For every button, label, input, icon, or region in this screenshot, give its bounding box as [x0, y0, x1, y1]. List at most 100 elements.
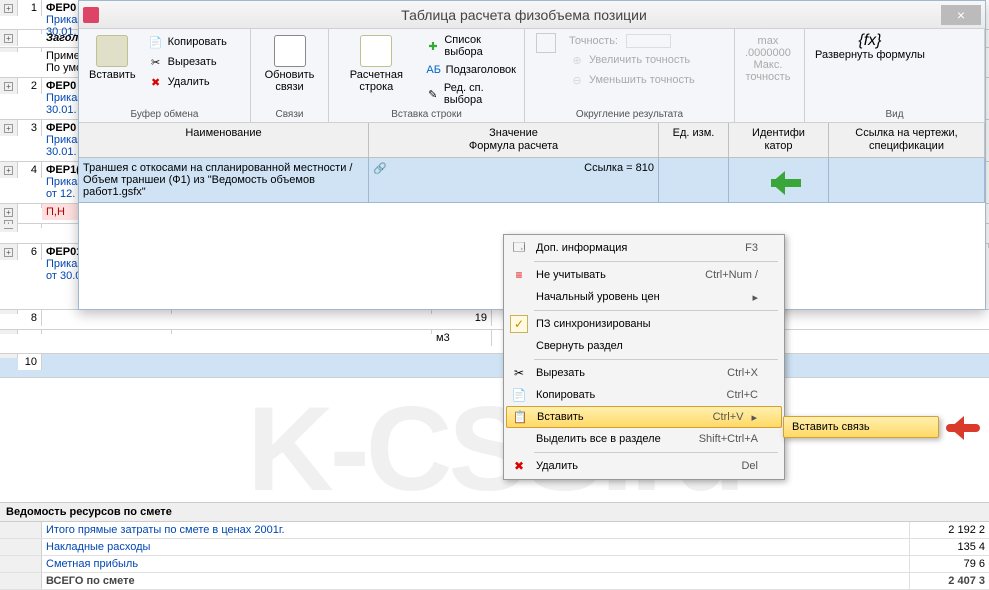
menu-collapse[interactable]: Свернуть раздел: [506, 335, 782, 357]
expand-icon[interactable]: +: [4, 124, 13, 133]
menu-selectall[interactable]: Выделить все в разделеShift+Ctrl+A: [506, 428, 782, 450]
copy-icon: 📄: [148, 34, 164, 50]
cell-name[interactable]: Траншея с откосами на спланированной мес…: [79, 158, 369, 202]
value: 19: [432, 310, 492, 326]
col-id[interactable]: Идентифи катор: [729, 123, 829, 157]
summary-item[interactable]: Сметная прибыль: [42, 556, 909, 572]
code: ФЕР0: [46, 2, 76, 14]
summary-value: 2 407 3: [909, 573, 989, 589]
window-title: Таблица расчета физобъема позиции: [107, 7, 941, 23]
strike-icon: ≡: [510, 266, 528, 284]
copy-icon: 📄: [510, 386, 528, 404]
group-label: Буфер обмена: [85, 107, 244, 120]
group-label: Вставка строки: [335, 107, 518, 120]
menu-info[interactable]: 🗔Доп. информацияF3: [506, 237, 782, 259]
choice-list-button[interactable]: ✚Список выбора: [424, 33, 518, 59]
max-precision-button: max.0000000Макс.точность: [741, 33, 795, 107]
ribbon: Вставить 📄Копировать ✂Вырезать ✖Удалить …: [79, 29, 985, 123]
link[interactable]: 30.01.: [46, 104, 77, 116]
summary-item[interactable]: Накладные расходы: [42, 539, 909, 555]
paste-icon: [96, 35, 128, 67]
decrease-icon: ⊖: [569, 72, 585, 88]
row-num: 8: [18, 310, 42, 326]
edit-list-button[interactable]: ✎Ред. сп. выбора: [424, 81, 518, 107]
row-num: 10: [18, 354, 42, 370]
link[interactable]: Приказ: [46, 134, 82, 146]
code: ФЕР1(: [46, 164, 80, 176]
copy-button[interactable]: 📄Копировать: [146, 33, 229, 51]
expand-icon[interactable]: +: [4, 208, 13, 217]
context-menu: 🗔Доп. информацияF3 ≡Не учитыватьCtrl+Num…: [503, 234, 785, 480]
text: По умо: [46, 62, 82, 74]
group-label: Вид: [811, 107, 978, 120]
delete-icon: ✖: [510, 457, 528, 475]
cut-icon: ✂: [148, 54, 164, 70]
chevron-right-icon: ▸: [752, 291, 758, 304]
cell-value[interactable]: 🔗Ссылка = 810: [369, 158, 659, 202]
summary-value: 79 6: [909, 556, 989, 572]
menu-baselevel[interactable]: Начальный уровень цен▸: [506, 286, 782, 308]
app-icon: [83, 7, 99, 23]
expand-icon[interactable]: +: [4, 166, 13, 175]
row-num: 1: [18, 0, 42, 16]
summary-value: 135 4: [909, 539, 989, 555]
menu-copy[interactable]: 📄КопироватьCtrl+C: [506, 384, 782, 406]
link[interactable]: Приказ: [46, 176, 82, 188]
expand-formulas-button[interactable]: {fx}Развернуть формулы: [811, 33, 929, 107]
row-num: 6: [18, 244, 42, 260]
delete-button[interactable]: ✖Удалить: [146, 73, 229, 91]
summary-value: 2 192 2: [909, 522, 989, 538]
submenu-paste-link[interactable]: Вставить связь: [783, 416, 939, 438]
green-arrow-annotation: [759, 171, 809, 195]
col-unit[interactable]: Ед. изм.: [659, 123, 729, 157]
summary-total: ВСЕГО по смете: [42, 573, 909, 589]
col-value[interactable]: Значение Формула расчета: [369, 123, 659, 157]
close-button[interactable]: ×: [941, 5, 981, 25]
header-icon: AБ: [426, 62, 442, 78]
decimal-icon: [536, 33, 556, 53]
precision-label: Точность:: [567, 33, 697, 49]
col-ref[interactable]: Ссылка на чертежи, спецификации: [829, 123, 985, 157]
row-num: 2: [18, 78, 42, 94]
refresh-links-button[interactable]: Обновить связи: [257, 33, 322, 107]
col-name[interactable]: Наименование: [79, 123, 369, 157]
chevron-right-icon: ▸: [751, 411, 757, 424]
link[interactable]: от 12.: [46, 188, 75, 200]
menu-paste[interactable]: 📋ВставитьCtrl+V▸: [506, 406, 782, 428]
expand-icon[interactable]: +: [4, 4, 13, 13]
decrease-precision-button: ⊖Уменьшить точность: [567, 71, 697, 89]
titlebar[interactable]: Таблица расчета физобъема позиции ×: [79, 1, 985, 29]
link[interactable]: 30.01.: [46, 146, 77, 158]
red-arrow-annotation: [938, 416, 986, 440]
edit-icon: ✎: [426, 86, 440, 102]
grid-header: Наименование Значение Формула расчета Ед…: [79, 123, 985, 158]
cut-button[interactable]: ✂Вырезать: [146, 53, 229, 71]
menu-ignore[interactable]: ≡Не учитыватьCtrl+Num /: [506, 264, 782, 286]
grid-row-selected[interactable]: Траншея с откосами на спланированной мес…: [79, 158, 985, 203]
expand-icon[interactable]: +: [4, 82, 13, 91]
paste-button[interactable]: Вставить: [85, 33, 140, 107]
summary-item[interactable]: Итого прямые затраты по смете в ценах 20…: [42, 522, 909, 538]
calc-row-button[interactable]: Расчетная строка: [335, 33, 418, 107]
cut-icon: ✂: [510, 364, 528, 382]
group-label: Связи: [257, 107, 322, 120]
link[interactable]: Приказ: [46, 14, 82, 26]
fx-icon: {fx}: [858, 35, 881, 47]
subheader-button[interactable]: AБПодзаголовок: [424, 61, 518, 79]
check-icon: ✓: [510, 315, 528, 333]
refresh-icon: [274, 35, 306, 67]
list-icon: ✚: [426, 38, 441, 54]
text: Приме: [46, 50, 80, 62]
expand-icon[interactable]: +: [4, 248, 13, 257]
menu-delete[interactable]: ✖УдалитьDel: [506, 455, 782, 477]
menu-sync[interactable]: ✓ПЗ синхронизированы: [506, 313, 782, 335]
row-num: 3: [18, 120, 42, 136]
menu-cut[interactable]: ✂ВырезатьCtrl+X: [506, 362, 782, 384]
expand-icon[interactable]: +: [4, 34, 13, 43]
group-label: Округление результата: [531, 107, 728, 120]
code: ФЕР0: [46, 80, 76, 92]
code: ФЕР0: [46, 122, 76, 134]
info-icon: 🗔: [510, 239, 528, 257]
link[interactable]: Приказ: [46, 92, 82, 104]
summary-header[interactable]: Ведомость ресурсов по смете: [0, 502, 989, 522]
